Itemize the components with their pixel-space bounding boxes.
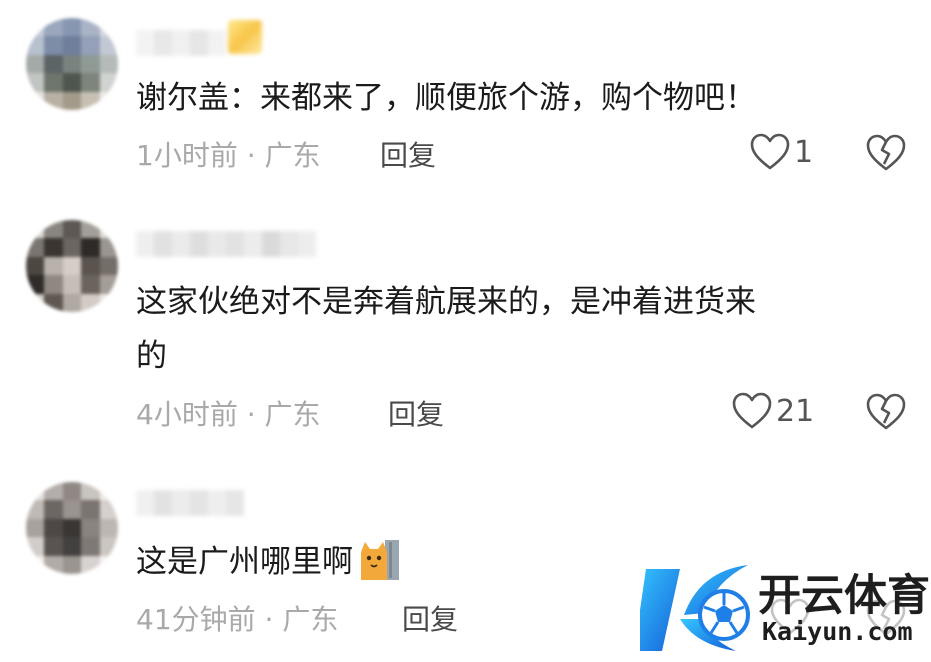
comment-text: 这家伙绝对不是奔着航展来的，是冲着进货来	[136, 284, 756, 320]
reply-button[interactable]: 回复	[380, 134, 436, 174]
reply-button[interactable]: 回复	[402, 598, 458, 638]
like-count: 1	[794, 134, 814, 170]
kaiyun-watermark: 开云体育 Kaiyun.com	[640, 555, 931, 662]
comment-text: 这是广州哪里啊	[136, 536, 399, 588]
heart-outline-icon	[750, 133, 790, 170]
like-count: 21	[776, 393, 815, 429]
comment-time-location: 4小时前 · 广东	[136, 398, 321, 431]
avatar[interactable]	[26, 482, 118, 574]
avatar[interactable]	[26, 220, 118, 312]
user-badge-icon	[228, 20, 262, 54]
username-blurred[interactable]	[136, 231, 316, 257]
username-blurred[interactable]	[136, 490, 244, 516]
username-blurred[interactable]	[136, 30, 226, 56]
heart-outline-icon	[732, 392, 772, 429]
watermark-subtitle: Kaiyun.com	[762, 617, 913, 646]
watermark-title: 开云体育	[758, 571, 930, 621]
comment-time-location: 1小时前 · 广东	[136, 139, 321, 172]
broken-heart-icon[interactable]	[866, 392, 906, 432]
comment-text-continued: 的	[136, 338, 167, 374]
comment-text: 谢尔盖：来都来了，顺便旅个游，购个物吧！	[136, 80, 756, 116]
k-soccer-ball-logo	[640, 565, 750, 651]
like-button[interactable]: 21	[732, 392, 814, 430]
cat-peek-emoji-icon	[361, 540, 399, 580]
comment-time-location: 41分钟前 · 广东	[136, 603, 339, 636]
comment-text-content: 这是广州哪里啊	[136, 544, 353, 580]
avatar[interactable]	[26, 18, 118, 110]
reply-button[interactable]: 回复	[388, 393, 444, 433]
like-button[interactable]: 1	[750, 133, 813, 171]
broken-heart-icon[interactable]	[866, 133, 906, 173]
